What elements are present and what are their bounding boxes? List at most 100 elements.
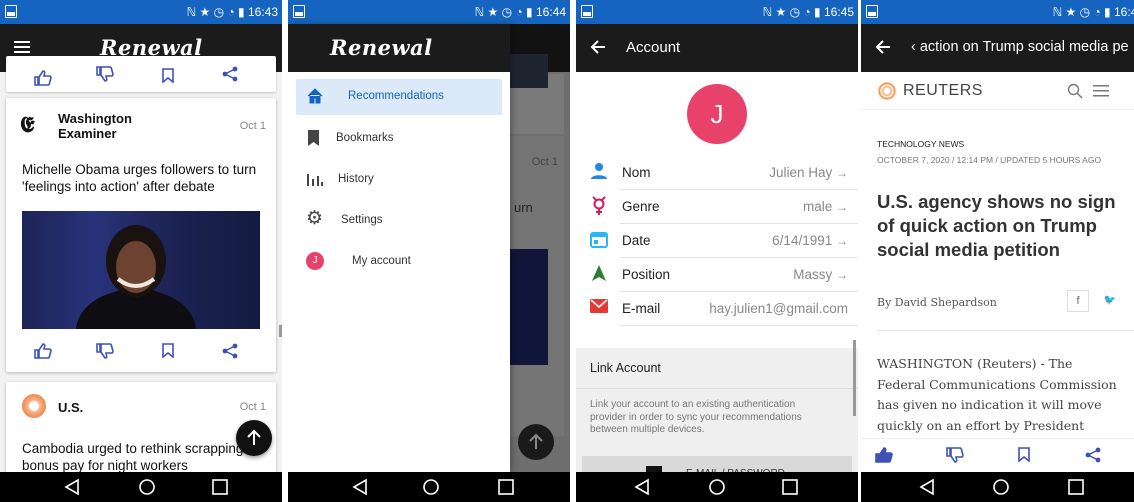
nav-bar	[861, 472, 1134, 502]
like-icon[interactable]	[875, 447, 893, 468]
home-icon	[306, 87, 324, 110]
card-image	[22, 211, 260, 329]
notification-icon	[5, 5, 17, 18]
email-icon	[590, 298, 608, 319]
status-bar: ℕ ★ ◷ ◔ ▮ 16:44	[288, 0, 570, 24]
bookmark-icon[interactable]	[162, 68, 174, 88]
status-time: 16:46	[1113, 5, 1134, 19]
dislike-icon[interactable]	[946, 447, 964, 468]
drawer-item-recommendations[interactable]: Recommendations	[296, 79, 502, 115]
like-icon[interactable]	[34, 343, 52, 364]
gender-icon	[590, 196, 608, 221]
article-screen: ℕ ★ ◷ ◔ ▮ 16:46 ‹ action on Trump social…	[861, 0, 1134, 502]
recents-icon[interactable]	[782, 479, 798, 495]
location-icon	[590, 264, 608, 287]
source-logo	[22, 394, 46, 418]
recents-icon[interactable]	[212, 479, 228, 495]
search-icon[interactable]	[1067, 83, 1083, 104]
avatar-icon: J	[306, 252, 324, 270]
drawer-item-my-account[interactable]: J My account	[296, 244, 502, 280]
recents-icon[interactable]	[1068, 479, 1084, 495]
arrow-up-icon	[529, 433, 543, 449]
back-icon[interactable]	[352, 478, 367, 496]
home-icon[interactable]	[139, 479, 155, 495]
drawer-item-history[interactable]: History	[296, 162, 502, 198]
field-email[interactable]: E-mail hay.julien1@gmail.com	[576, 292, 858, 326]
source-name: Washington Examiner	[58, 111, 132, 141]
back-icon[interactable]	[634, 478, 649, 496]
news-card[interactable]: 𝕰 Washington Examiner Oct 1 Michelle Oba…	[6, 98, 276, 372]
article-dateline: OCTOBER 7, 2020 / 12:14 PM / UPDATED 5 H…	[877, 155, 1102, 165]
card-headline[interactable]: Cambodia urged to rethink scrapping of b…	[22, 440, 260, 474]
article-body: WASHINGTON (Reuters) - The Federal Commu…	[877, 356, 1117, 433]
chevron-right-icon: →	[836, 268, 848, 282]
publisher-header: REUTERS	[861, 72, 1134, 110]
source-name: U.S.	[58, 400, 84, 415]
field-name[interactable]: Nom Julien Hay →	[576, 156, 858, 190]
drawer-title: Renewal	[330, 35, 433, 60]
article-category[interactable]: TECHNOLOGY NEWS	[877, 139, 964, 149]
field-date[interactable]: Date 6/14/1991 →	[576, 224, 858, 258]
drawer-screen: ℕ ★ ◷ ◔ ▮ 16:44 Oct 1 urn Renewal Recomm…	[288, 0, 570, 502]
back-arrow-icon[interactable]	[875, 39, 891, 60]
drawer-item-settings[interactable]: ⚙ Settings	[296, 203, 502, 239]
card-headline[interactable]: Michelle Obama urges followers to turn '…	[22, 161, 260, 195]
source-logo: 𝕰	[20, 112, 35, 138]
facebook-share-icon[interactable]: f	[1067, 290, 1089, 312]
bg-date: Oct 1	[531, 156, 558, 168]
person-icon	[590, 162, 608, 185]
back-icon[interactable]	[919, 478, 934, 496]
bookmark-icon	[306, 129, 322, 152]
notification-icon	[866, 5, 878, 18]
recents-icon[interactable]	[498, 479, 514, 495]
share-icon[interactable]	[222, 343, 238, 364]
article-byline: By David Shepardson	[877, 296, 997, 309]
feed-screen: ℕ ★ ◷ ◔ ▮ 16:43 Renewal 𝕰 Washington Exa…	[0, 0, 282, 502]
like-icon[interactable]	[34, 70, 52, 91]
bg-text: urn	[514, 200, 533, 215]
menu-icon[interactable]	[1093, 84, 1109, 103]
page-title: Account	[626, 39, 681, 56]
status-bar: ℕ ★ ◷ ◔ ▮ 16:45	[576, 0, 858, 24]
nav-bar	[0, 472, 282, 502]
bookmark-icon[interactable]	[162, 343, 174, 363]
app-bar: ‹ action on Trump social media pe	[861, 24, 1134, 72]
status-icons: ℕ ★ ◷ ◔ ▮	[762, 5, 824, 19]
back-arrow-icon[interactable]	[590, 39, 606, 60]
home-icon[interactable]	[423, 479, 439, 495]
card-partial	[6, 56, 276, 92]
article-headline: U.S. agency shows no sign of quick actio…	[877, 191, 1116, 260]
status-bar: ℕ ★ ◷ ◔ ▮ 16:43	[0, 0, 282, 24]
account-screen: ℕ ★ ◷ ◔ ▮ 16:45 Account J Nom Julien Hay…	[576, 0, 858, 502]
drawer-item-bookmarks[interactable]: Bookmarks	[296, 121, 502, 157]
card-date: Oct 1	[239, 401, 266, 413]
twitter-share-icon[interactable]: 🐦	[1099, 290, 1121, 312]
chevron-right-icon: →	[836, 200, 848, 214]
link-account-header: Link Account	[590, 361, 661, 375]
nav-bar	[288, 472, 570, 502]
link-account-section: Link Account Link your account to an exi…	[576, 348, 858, 486]
nav-bar	[576, 472, 858, 502]
home-icon[interactable]	[993, 479, 1009, 495]
back-icon[interactable]	[64, 478, 79, 496]
status-time: 16:45	[823, 5, 854, 19]
chevron-right-icon: →	[836, 166, 848, 180]
publisher-name: REUTERS	[903, 82, 983, 99]
share-icon[interactable]	[1085, 447, 1101, 468]
dislike-icon[interactable]	[96, 343, 114, 364]
share-icon[interactable]	[222, 66, 238, 87]
status-icons: ℕ ★ ◷ ◔ ▮	[186, 5, 248, 19]
field-gender[interactable]: Genre male →	[576, 190, 858, 224]
home-icon[interactable]	[709, 479, 725, 495]
scrollbar[interactable]	[279, 325, 282, 337]
bookmark-icon[interactable]	[1018, 447, 1030, 467]
bar-chart-icon	[306, 170, 324, 193]
drawer-header: Renewal	[288, 24, 510, 72]
calendar-icon	[590, 230, 608, 253]
field-position[interactable]: Position Massy →	[576, 258, 858, 292]
scrollbar[interactable]	[853, 340, 856, 416]
dislike-icon[interactable]	[96, 66, 114, 87]
chevron-right-icon: →	[836, 234, 848, 248]
scroll-top-button[interactable]	[236, 420, 272, 456]
status-time: 16:44	[535, 5, 566, 19]
